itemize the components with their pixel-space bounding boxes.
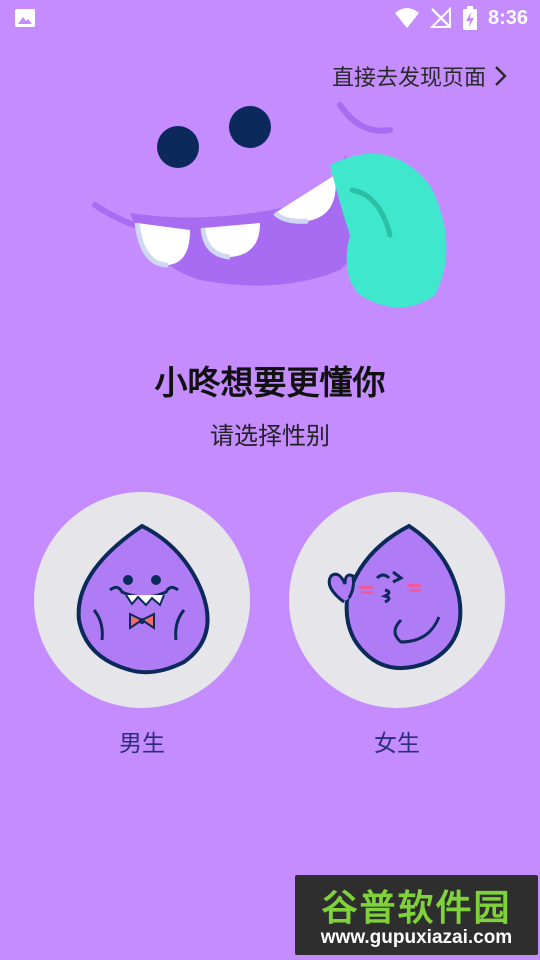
male-option-button[interactable] — [34, 492, 250, 708]
male-label: 男生 — [119, 731, 165, 757]
skip-link-label: 直接去发现页面 — [331, 66, 486, 91]
watermark-title: 谷普软件园 — [321, 888, 512, 929]
monster-mouth-illustration — [92, 102, 447, 308]
wifi-icon — [394, 8, 419, 28]
image-icon — [15, 9, 35, 27]
watermark-logo: 谷普软件园 www.gupuxiazai.com — [295, 875, 538, 955]
skip-to-discover-link[interactable]: 直接去发现页面 — [332, 60, 508, 92]
watermark-url: www.gupuxiazai.com — [320, 927, 513, 948]
female-mascot-icon — [327, 523, 463, 670]
female-option-button[interactable] — [289, 492, 505, 708]
chevron-right-icon — [495, 66, 507, 86]
battery-charging-icon — [462, 6, 477, 30]
male-mascot-icon — [76, 523, 210, 675]
page-subtitle: 请选择性别 — [210, 422, 330, 450]
clock: 8:36 — [487, 6, 528, 29]
status-bar: 8:36 — [0, 0, 540, 36]
no-signal-icon — [429, 7, 451, 28]
page-title: 小咚想要更懂你 — [154, 363, 386, 402]
female-label: 女生 — [374, 731, 420, 757]
